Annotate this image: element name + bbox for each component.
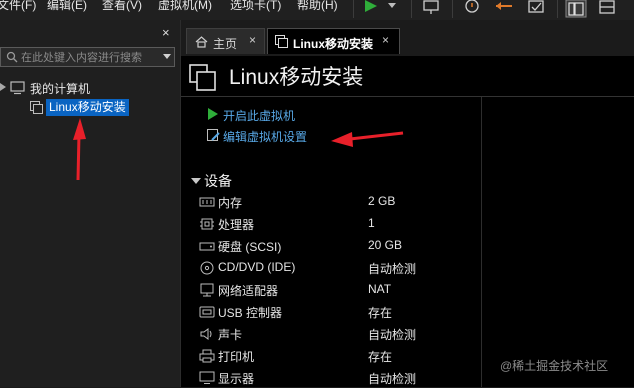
watermark: @稀土掘金技术社区 [500,359,609,373]
annotation-arrow-left [331,131,404,147]
annotation-overlay [73,118,404,181]
annotation-arrow-up [73,118,86,181]
